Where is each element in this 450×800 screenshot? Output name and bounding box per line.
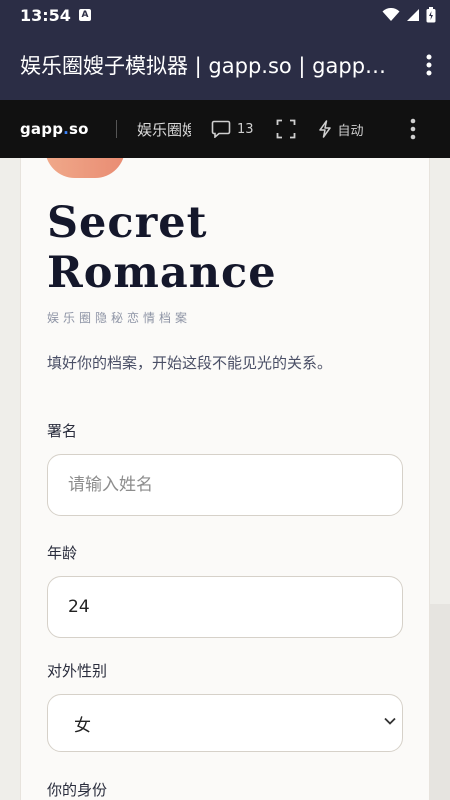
comment-icon (211, 120, 231, 138)
app-toolbar: gapp.so 娱乐圈嫂子模拟器 13 自动 (0, 100, 450, 158)
status-bar: 13:54 A (0, 0, 450, 30)
age-input[interactable] (47, 576, 403, 638)
app-name[interactable]: 娱乐圈嫂子模拟器 (137, 119, 191, 140)
gender-label: 对外性别 (47, 662, 108, 680)
fullscreen-icon (276, 119, 295, 139)
comment-count: 13 (237, 121, 254, 137)
toolbar-more-icon[interactable] (410, 118, 416, 140)
gender-select[interactable]: 女 (47, 694, 403, 752)
name-input[interactable] (47, 454, 403, 516)
brand-logo[interactable]: gapp.so (20, 120, 98, 138)
age-label: 年龄 (47, 544, 78, 562)
name-label: 署名 (47, 422, 78, 440)
battery-icon (426, 7, 436, 23)
fullscreen-button[interactable] (276, 119, 296, 139)
lightning-icon (318, 120, 331, 138)
hero-description: 填好你的档案，开始这段不能见光的关系。 (47, 354, 333, 372)
page-title: 娱乐圈嫂子模拟器 | gapp.so | gapp.so (20, 54, 390, 78)
notification-a-icon: A (78, 9, 91, 21)
hero-title-line1: Secret (47, 198, 208, 248)
identity-label: 你的身份 (47, 781, 108, 799)
auto-button[interactable]: 自动 (318, 120, 364, 139)
wifi-icon (382, 8, 400, 21)
status-time: 13:54 (20, 5, 71, 25)
status-left: 13:54 A (20, 6, 91, 25)
browser-title-bar: 娱乐圈嫂子模拟器 | gapp.so | gapp.so (0, 30, 450, 100)
toolbar-divider (116, 120, 117, 138)
gender-selected-value: 女 (74, 715, 91, 736)
status-icons (382, 7, 436, 23)
content-area: Secret Romance 娱乐圈隐秘恋情档案 填好你的档案，开始这段不能见光… (0, 158, 450, 800)
brand-name: gapp (20, 120, 64, 138)
signal-icon (407, 9, 419, 21)
brand-domain: so (69, 120, 89, 138)
chevron-down-icon (384, 717, 396, 725)
decorative-blob (45, 158, 125, 178)
hero-subtitle: 娱乐圈隐秘恋情档案 (47, 311, 192, 325)
auto-label: 自动 (337, 123, 364, 139)
side-strip (430, 604, 450, 800)
more-vert-icon[interactable] (426, 54, 432, 76)
hero-title: Secret Romance (47, 198, 407, 298)
comments-button[interactable]: 13 (211, 120, 254, 138)
hero-title-line2: Romance (47, 248, 277, 298)
profile-form-card: Secret Romance 娱乐圈隐秘恋情档案 填好你的档案，开始这段不能见光… (20, 158, 430, 800)
